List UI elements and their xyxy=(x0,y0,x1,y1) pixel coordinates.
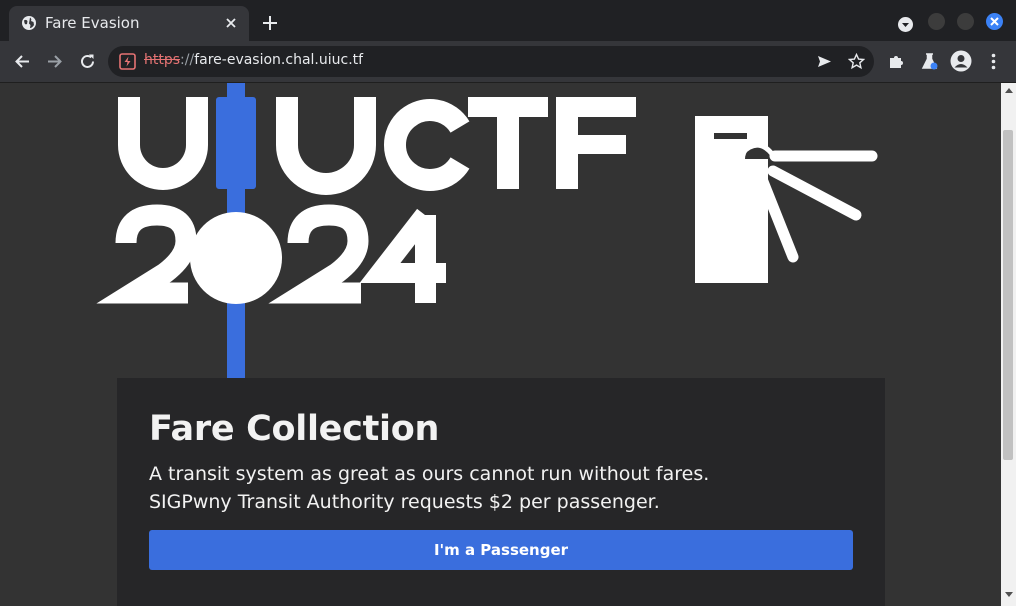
close-icon[interactable] xyxy=(223,15,239,31)
address-bar[interactable]: https://fare-evasion.chal.uiuc.tf xyxy=(108,46,874,77)
scroll-down-arrow-icon[interactable] xyxy=(1005,592,1013,597)
page-scrollbar[interactable] xyxy=(1001,83,1016,606)
tab-title: Fare Evasion xyxy=(45,14,140,32)
scrollbar-thumb[interactable] xyxy=(1003,130,1013,460)
scroll-up-arrow-icon[interactable] xyxy=(1005,88,1013,93)
chevron-down-icon xyxy=(902,23,909,27)
minimize-button[interactable] xyxy=(928,13,945,30)
uiuctf-2024-logo xyxy=(96,83,878,383)
tab-strip: Fare Evasion xyxy=(0,0,1016,41)
url-text: https://fare-evasion.chal.uiuc.tf xyxy=(144,52,363,68)
not-secure-icon[interactable] xyxy=(119,53,136,70)
window-close-button[interactable] xyxy=(986,13,1003,30)
url-separator: :// xyxy=(180,52,195,68)
url-scheme: https xyxy=(144,52,181,68)
browser-tab[interactable]: Fare Evasion xyxy=(9,6,249,41)
labs-icon[interactable] xyxy=(920,52,939,71)
profile-icon[interactable] xyxy=(950,50,972,72)
url-host: fare-evasion.chal.uiuc.tf xyxy=(194,52,364,68)
browser-toolbar: https://fare-evasion.chal.uiuc.tf xyxy=(0,41,1016,83)
close-icon xyxy=(990,17,999,26)
reload-icon[interactable] xyxy=(78,52,97,71)
maximize-button[interactable] xyxy=(957,13,974,30)
star-icon[interactable] xyxy=(848,53,865,70)
puzzle-icon[interactable] xyxy=(887,52,906,71)
plus-icon[interactable] xyxy=(261,14,279,32)
fare-collection-card: Fare Collection A transit system as grea… xyxy=(117,378,885,606)
back-icon[interactable] xyxy=(13,52,32,71)
kebab-menu-icon[interactable] xyxy=(984,52,1003,71)
tab-search-button[interactable] xyxy=(898,17,913,32)
card-title: Fare Collection xyxy=(149,409,440,449)
globe-icon xyxy=(22,16,36,30)
passenger-button[interactable]: I'm a Passenger xyxy=(149,530,853,570)
page-viewport: Fare Collection A transit system as grea… xyxy=(0,83,1001,606)
send-icon[interactable] xyxy=(816,53,833,70)
card-description: A transit system as great as ours cannot… xyxy=(149,463,710,513)
forward-icon[interactable] xyxy=(45,52,64,71)
